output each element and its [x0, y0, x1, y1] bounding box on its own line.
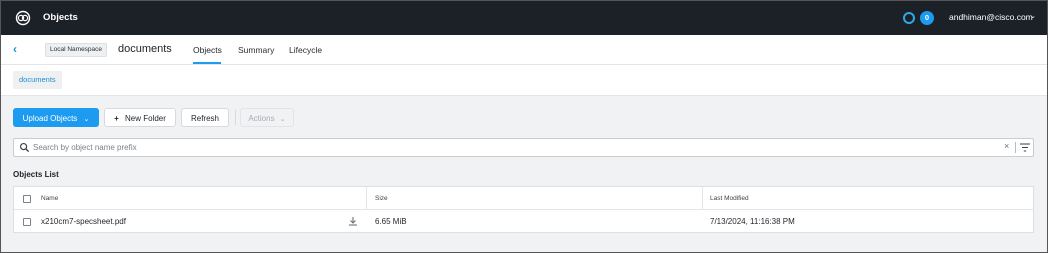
object-name[interactable]: x210cm7-specsheet.pdf	[41, 217, 126, 226]
breadcrumb-item[interactable]: documents	[13, 71, 62, 89]
column-header-size[interactable]: Size	[375, 195, 388, 202]
search-divider	[1015, 142, 1016, 153]
search-icon	[19, 142, 30, 153]
refresh-button[interactable]: Refresh	[181, 108, 229, 127]
clear-icon[interactable]: ×	[1004, 141, 1009, 151]
objects-table: Name Size Last Modified x210cm7-specshee…	[13, 186, 1034, 233]
select-all-checkbox[interactable]	[23, 195, 31, 203]
top-bar: Objects 0 andhiman@cisco.com ⌄	[1, 1, 1047, 35]
object-size: 6.65 MiB	[375, 217, 407, 226]
namespace-badge: Local Namespace	[45, 43, 108, 57]
upload-objects-button[interactable]: Upload Objects ⌄	[13, 108, 99, 127]
actions-button[interactable]: Actions ⌄	[240, 108, 294, 127]
search-input[interactable]	[33, 141, 933, 154]
breadcrumb: documents	[1, 65, 1047, 96]
column-divider[interactable]	[702, 187, 703, 210]
app-frame: Objects 0 andhiman@cisco.com ⌄ ‹ Local N…	[0, 0, 1048, 253]
app-title: Objects	[43, 12, 78, 23]
tab-lifecycle[interactable]: Lifecycle	[289, 45, 322, 55]
download-icon[interactable]	[348, 216, 358, 226]
notification-badge[interactable]: 0	[920, 11, 934, 25]
tab-summary[interactable]: Summary	[238, 45, 274, 55]
upload-objects-label: Upload Objects	[22, 114, 78, 123]
logo-icon	[15, 10, 31, 26]
user-menu[interactable]: andhiman@cisco.com	[949, 12, 1033, 22]
plus-icon: +	[114, 114, 119, 123]
active-tab-indicator	[193, 62, 221, 64]
object-last-modified: 7/13/2024, 11:16:38 PM	[710, 217, 795, 226]
search-bar: ×	[13, 138, 1034, 157]
chevron-down-icon[interactable]: ⌄	[1030, 12, 1036, 20]
actions-label: Actions	[248, 114, 275, 123]
new-folder-button[interactable]: + New Folder	[104, 108, 176, 127]
section-title: Objects List	[13, 170, 59, 179]
tab-objects[interactable]: Objects	[193, 45, 222, 55]
row-checkbox[interactable]	[23, 218, 31, 226]
column-divider[interactable]	[366, 187, 367, 210]
page-header: ‹ Local Namespace documents Objects Summ…	[1, 35, 1047, 65]
chevron-down-icon: ⌄	[279, 116, 286, 123]
column-header-name[interactable]: Name	[41, 195, 58, 202]
new-folder-label: New Folder	[125, 114, 166, 123]
page-title: documents	[118, 43, 172, 55]
column-header-last-modified[interactable]: Last Modified	[710, 195, 749, 202]
ring-icon[interactable]	[903, 12, 915, 24]
table-header: Name Size Last Modified	[14, 187, 1033, 210]
chevron-down-icon: ⌄	[83, 116, 90, 123]
toolbar-divider	[235, 110, 236, 125]
back-icon[interactable]: ‹	[13, 42, 17, 56]
filter-icon[interactable]	[1020, 143, 1030, 152]
